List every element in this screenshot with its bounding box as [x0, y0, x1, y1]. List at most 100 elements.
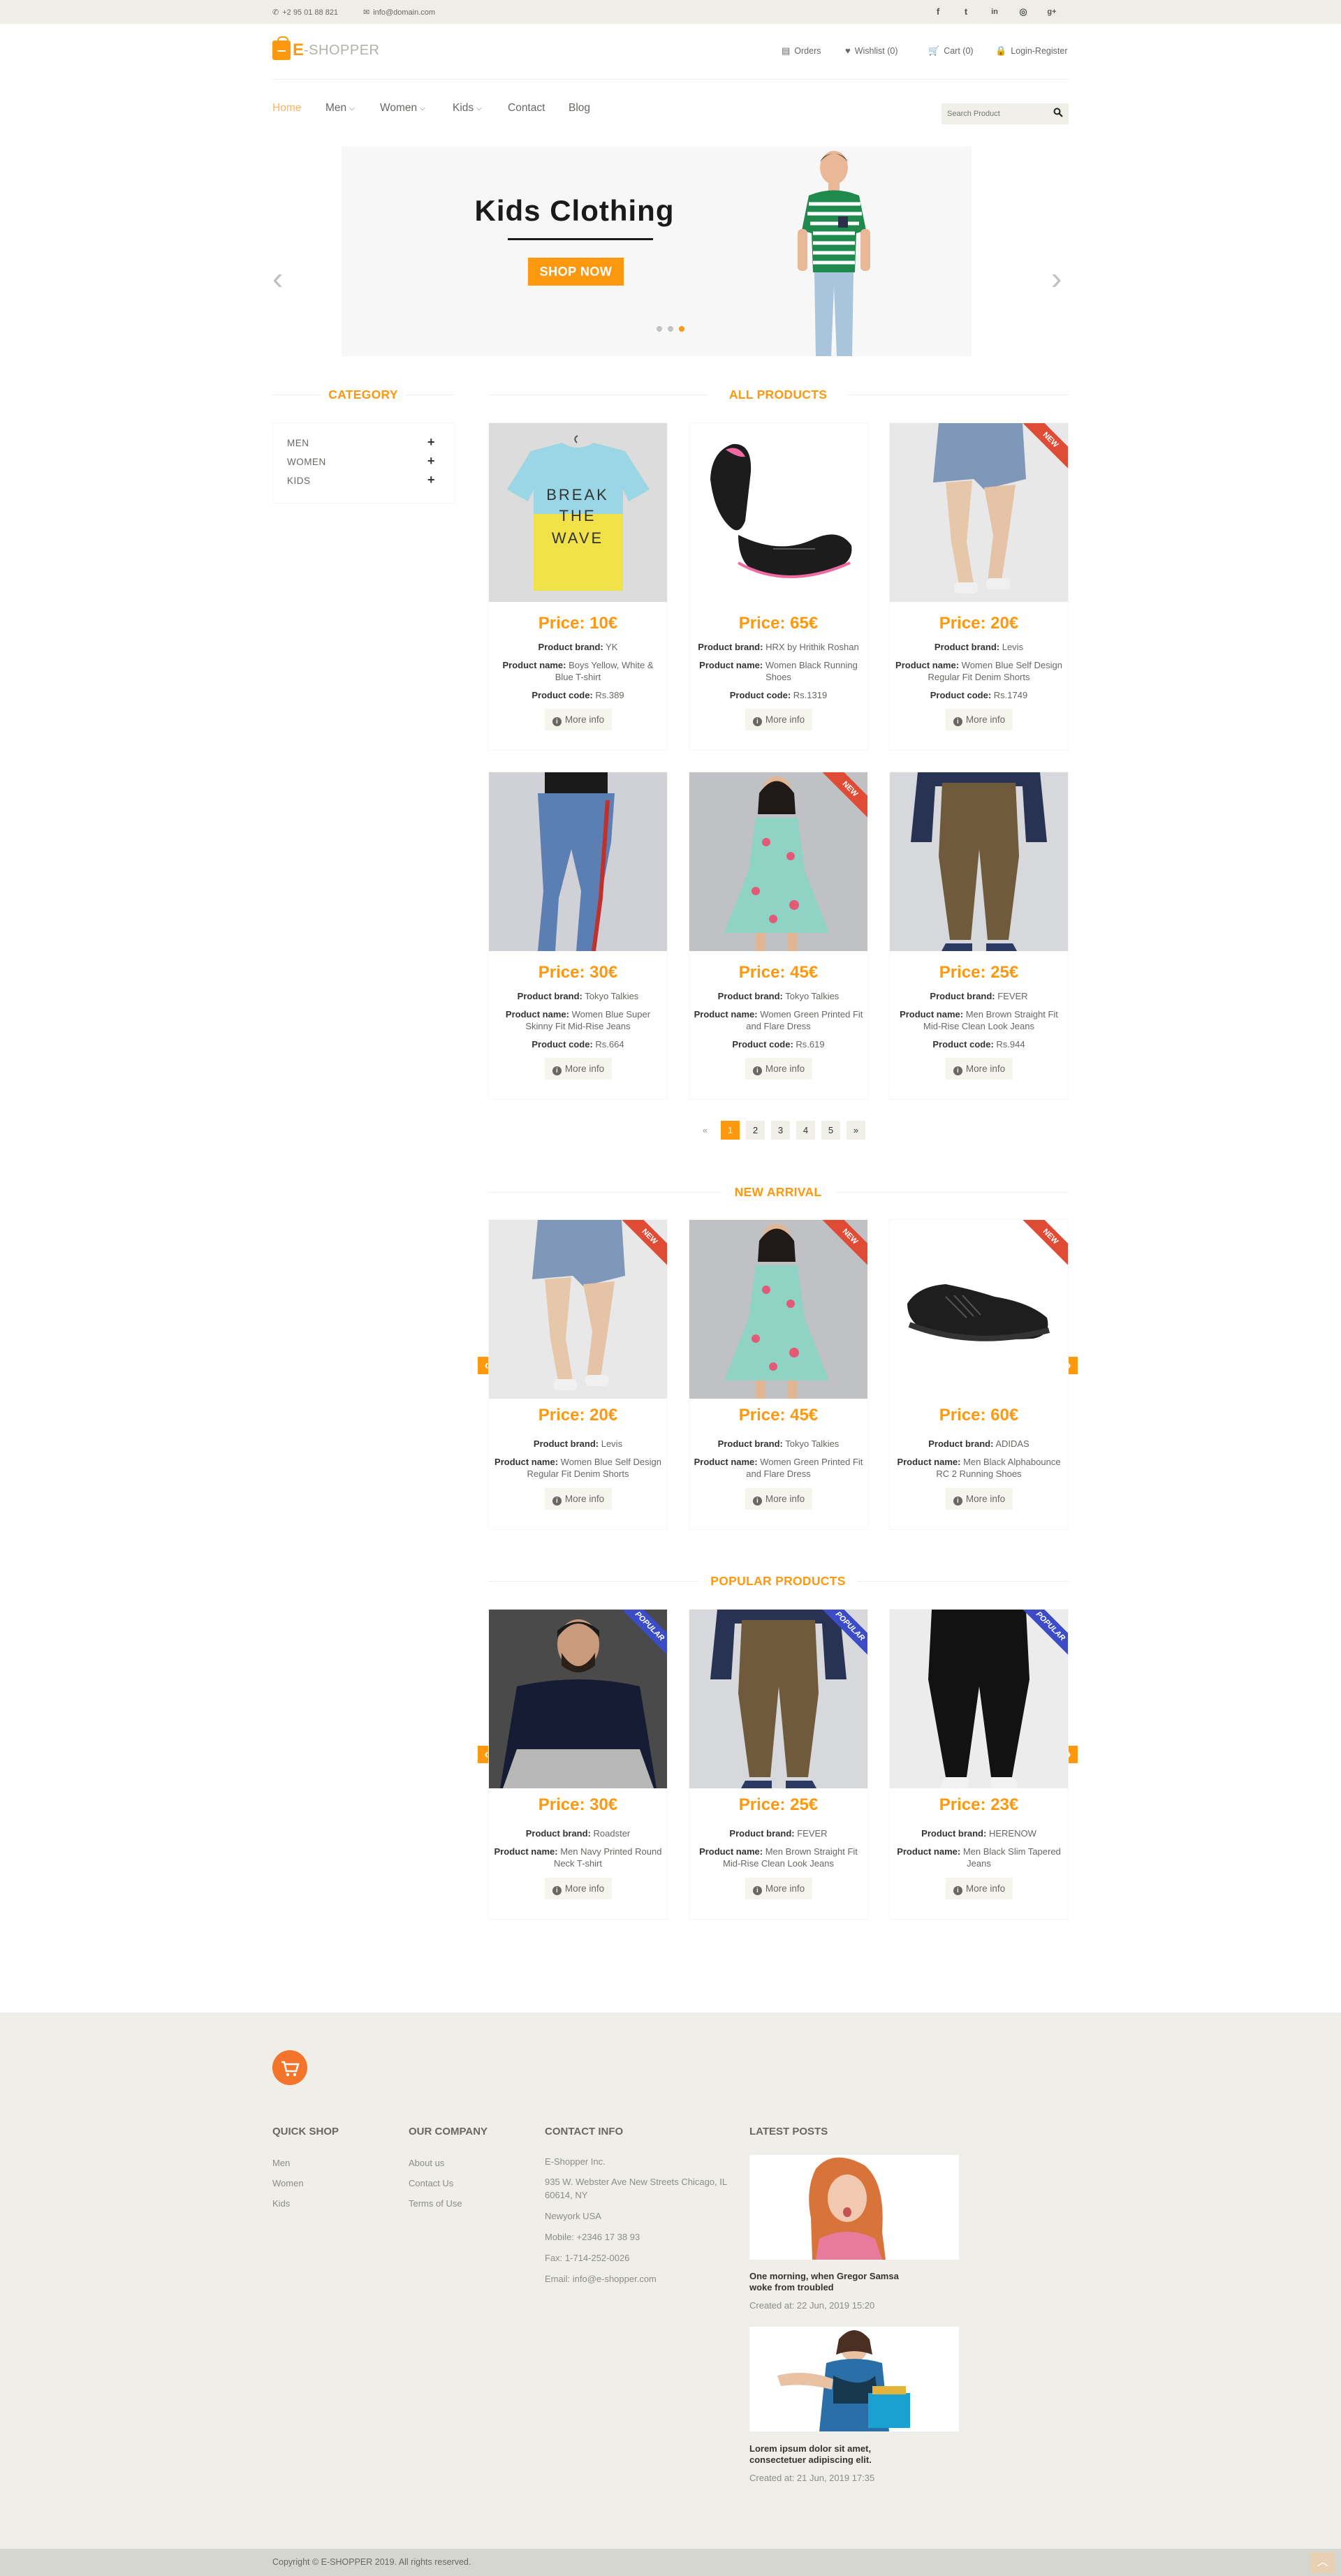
product-card: Price: 25€ Product brand: FEVER Product … — [889, 772, 1069, 1100]
product-brand: Product brand: FEVER — [694, 1827, 863, 1839]
expand-plus-icon[interactable]: + — [427, 473, 435, 487]
footer-link-contact[interactable]: Contact Us — [409, 2178, 453, 2188]
scroll-top-icon[interactable]: ︿ — [1310, 2552, 1335, 2573]
post-image[interactable] — [749, 2327, 959, 2431]
info-icon: i — [752, 1886, 762, 1895]
footer-link-men[interactable]: Men — [272, 2158, 290, 2168]
more-info-button[interactable]: i More info — [946, 709, 1013, 730]
site-logo[interactable]: E -SHOPPER — [272, 36, 379, 60]
nav-women[interactable]: Women ⌵ — [380, 102, 425, 115]
new-arrival-title: NEW ARRIVAL — [734, 1185, 822, 1199]
category-women[interactable]: WOMEN — [287, 457, 326, 467]
brand-value: YK — [606, 642, 618, 652]
product-price: Price: 23€ — [939, 1795, 1019, 1814]
search-input[interactable] — [941, 103, 1069, 124]
page-1[interactable]: 1 — [721, 1121, 740, 1140]
email-address[interactable]: info@domain.com — [373, 8, 435, 17]
footer-link-terms[interactable]: Terms of Use — [409, 2198, 462, 2209]
product-image[interactable]: NEW — [890, 1220, 1068, 1399]
product-image[interactable] — [689, 423, 867, 602]
dribbble-icon[interactable]: ◎ — [1016, 4, 1031, 20]
kid-model-image — [798, 151, 870, 356]
page-5[interactable]: 5 — [821, 1121, 840, 1140]
contact-email[interactable]: Email: info@e-shopper.com — [545, 2272, 657, 2286]
footer-link-about[interactable]: About us — [409, 2158, 444, 2168]
cart-link[interactable]: 🛒 Cart (0) — [928, 45, 974, 57]
page-3[interactable]: 3 — [771, 1121, 790, 1140]
more-info-button[interactable]: i More info — [946, 1058, 1013, 1080]
more-info-button[interactable]: i More info — [745, 1058, 812, 1080]
page-next[interactable]: » — [847, 1121, 865, 1140]
product-image[interactable]: POPULAR — [890, 1610, 1068, 1788]
expand-plus-icon[interactable]: + — [427, 435, 435, 450]
more-info-button[interactable]: i More info — [545, 1878, 612, 1899]
slider-dot-3[interactable] — [679, 326, 684, 332]
orders-label: Orders — [794, 46, 821, 56]
twitter-icon[interactable]: t — [958, 4, 974, 20]
login-link[interactable]: 🔒 Login-Register — [995, 45, 1067, 57]
product-image[interactable] — [489, 772, 667, 951]
post-title[interactable]: One morning, when Gregor Samsa woke from… — [749, 2271, 903, 2293]
search-icon[interactable] — [1052, 108, 1064, 120]
nav-men-label: Men — [325, 102, 347, 114]
contact-info-heading: CONTACT INFO — [545, 2126, 624, 2137]
product-image[interactable]: POPULAR — [689, 1610, 867, 1788]
logo-letter: E — [293, 41, 305, 59]
nav-kids[interactable]: Kids ⌵ — [453, 102, 482, 115]
footer-link-kids[interactable]: Kids — [272, 2198, 290, 2209]
more-info-button[interactable]: i More info — [745, 709, 812, 730]
cart-icon[interactable] — [272, 2050, 307, 2085]
footer-link-women[interactable]: Women — [272, 2178, 304, 2188]
nav-blog[interactable]: Blog — [569, 102, 590, 115]
shop-now-button[interactable]: SHOP NOW — [528, 258, 624, 286]
expand-plus-icon[interactable]: + — [427, 454, 435, 469]
wishlist-label: Wishlist (0) — [854, 45, 898, 56]
post-title[interactable]: Lorem ipsum dolor sit amet, consectetuer… — [749, 2443, 903, 2466]
page-prev[interactable]: « — [696, 1121, 715, 1140]
page-4[interactable]: 4 — [796, 1121, 815, 1140]
more-info-button[interactable]: i More info — [946, 1878, 1013, 1899]
page-2[interactable]: 2 — [746, 1121, 765, 1140]
product-image[interactable]: NEW — [489, 1220, 667, 1399]
product-name: Product name: Women Blue Self Design Reg… — [894, 659, 1064, 683]
more-info-button[interactable]: i More info — [545, 1058, 612, 1080]
product-price: Price: 30€ — [538, 1795, 618, 1814]
category-men[interactable]: MEN — [287, 438, 309, 448]
info-icon: i — [752, 1066, 762, 1075]
product-card: NEW Price: 60€ Product brand: ADIDAS Pro… — [889, 1219, 1069, 1530]
product-image[interactable]: NEW — [689, 1220, 867, 1399]
product-image[interactable]: BREAK THE WAVE — [489, 423, 667, 602]
more-info-button[interactable]: i More info — [545, 709, 612, 730]
more-info-label: More info — [765, 714, 805, 725]
nav-men[interactable]: Men ⌵ — [325, 102, 355, 115]
nav-contact[interactable]: Contact — [508, 102, 545, 115]
more-info-button[interactable]: i More info — [745, 1878, 812, 1899]
slider-dot-1[interactable] — [657, 326, 662, 332]
product-image[interactable]: NEW — [890, 423, 1068, 602]
slider-dot-2[interactable] — [668, 326, 673, 332]
product-image[interactable] — [890, 772, 1068, 951]
email-contact[interactable]: ✉ info@domain.com — [363, 8, 435, 17]
category-kids[interactable]: KIDS — [287, 476, 311, 486]
slider-prev-icon[interactable]: ‹ — [272, 262, 283, 294]
slider-next-icon[interactable]: › — [1051, 262, 1062, 294]
more-info-button[interactable]: i More info — [545, 1488, 612, 1510]
nav-women-label: Women — [380, 102, 418, 114]
brand-value: Tokyo Talkies — [585, 991, 639, 1001]
more-info-button[interactable]: i More info — [946, 1488, 1013, 1510]
linkedin-icon[interactable]: in — [987, 4, 1002, 20]
product-image[interactable]: NEW — [689, 772, 867, 951]
contact-city: Newyork USA — [545, 2211, 601, 2221]
nav-home[interactable]: Home — [272, 102, 301, 115]
post-image[interactable] — [749, 2155, 959, 2260]
product-image[interactable]: POPULAR — [489, 1610, 667, 1788]
wishlist-link[interactable]: ♥ Wishlist (0) — [845, 45, 898, 56]
more-info-button[interactable]: i More info — [745, 1488, 812, 1510]
brand-value: HERENOW — [988, 1828, 1036, 1839]
google-plus-icon[interactable]: g+ — [1044, 4, 1060, 20]
facebook-icon[interactable]: f — [930, 4, 946, 20]
contact-fax: Fax: 1-714-252-0026 — [545, 2253, 630, 2263]
name-label: Product name: — [494, 1457, 559, 1467]
product-card: NEW Price: 45€ Product brand: Tokyo Talk… — [689, 1219, 868, 1530]
orders-link[interactable]: ▤ Orders — [782, 45, 821, 57]
